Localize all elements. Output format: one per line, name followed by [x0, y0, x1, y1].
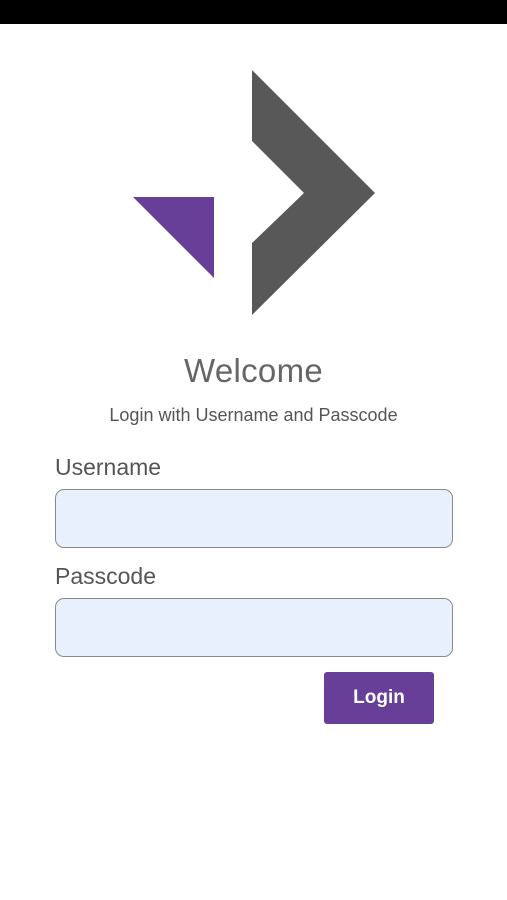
welcome-title: Welcome — [183, 352, 324, 389]
login-subtitle: Login with Username and Passcode — [109, 405, 398, 425]
login-button[interactable]: Login — [324, 672, 434, 724]
username-input[interactable] — [55, 489, 453, 548]
passcode-input[interactable] — [55, 598, 453, 657]
brand-logo — [133, 70, 375, 315]
passcode-label: Passcode — [55, 563, 157, 589]
username-label: Username — [55, 454, 162, 480]
logo-triangle-icon — [133, 197, 214, 278]
logo-chevron-icon — [252, 70, 375, 315]
